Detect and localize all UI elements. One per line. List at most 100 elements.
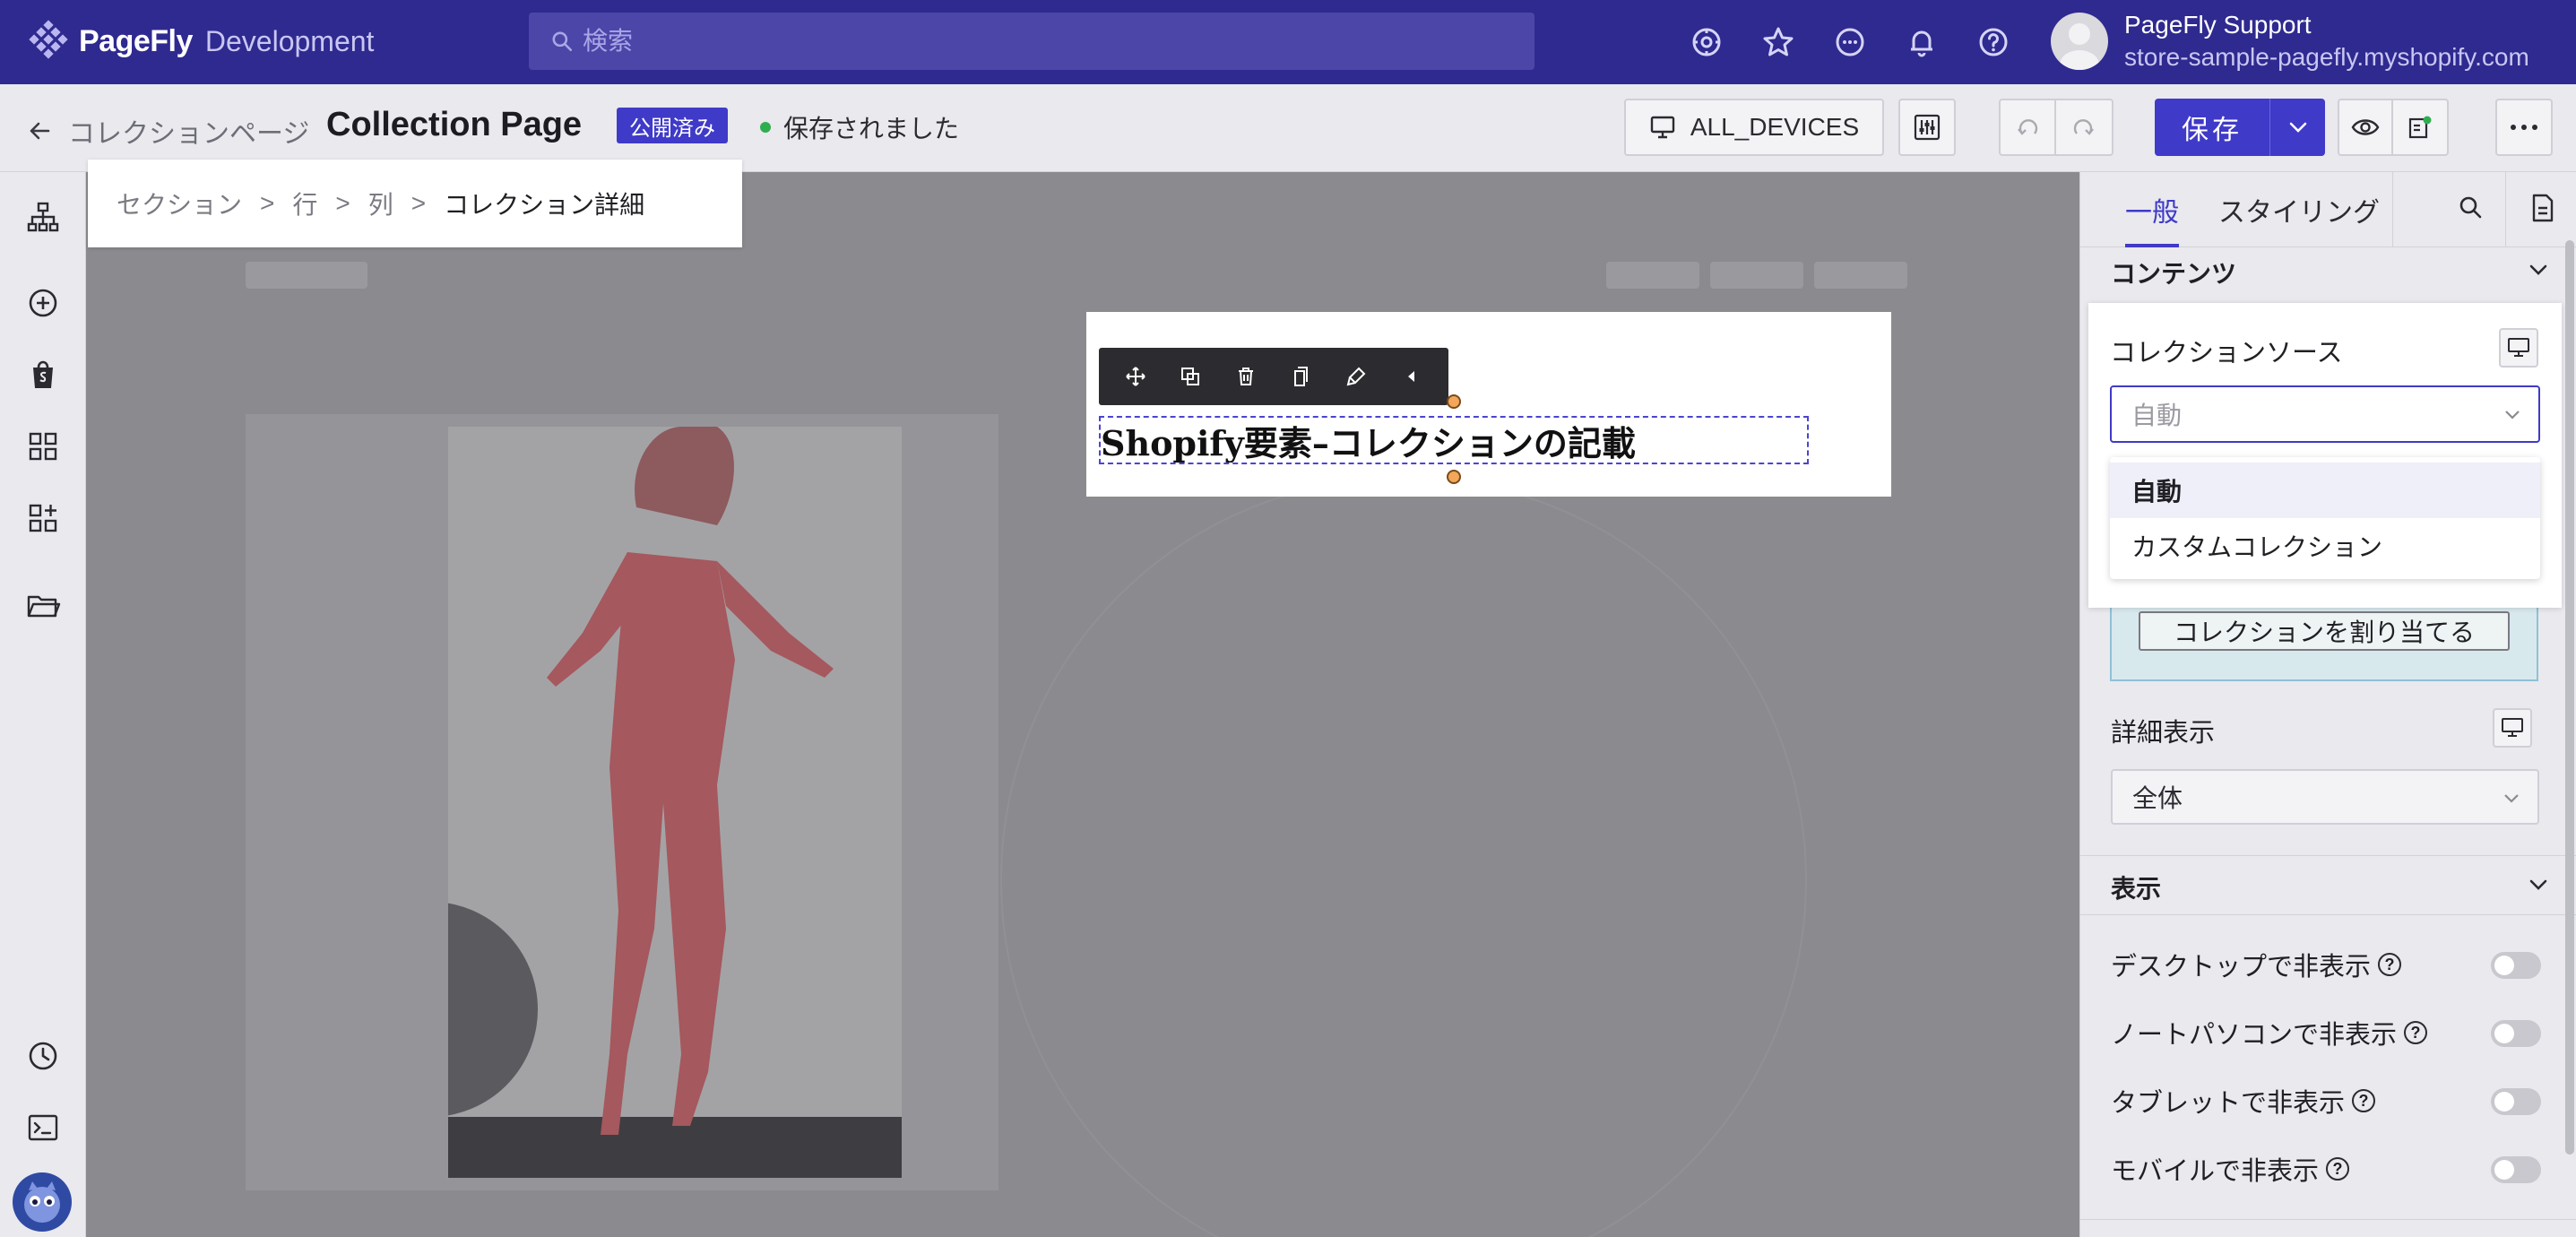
display-section-header[interactable]: 表示	[2111, 869, 2161, 905]
add-element-icon[interactable]	[25, 285, 61, 321]
save-button[interactable]: 保存	[2155, 99, 2325, 156]
skeleton-bar	[246, 262, 367, 289]
preview-publish-buttons	[2338, 99, 2449, 156]
hide-desktop-toggle[interactable]	[2491, 952, 2541, 979]
undo-icon	[2018, 119, 2038, 135]
skeleton-bar	[1814, 262, 1907, 289]
chevron-down-icon[interactable]	[2525, 871, 2552, 898]
preview-button[interactable]	[2339, 100, 2393, 154]
search-icon[interactable]	[2451, 188, 2491, 228]
sliders-icon	[1914, 114, 1941, 141]
pagefly-settings-icon[interactable]	[1689, 24, 1725, 60]
search-icon	[552, 31, 573, 52]
undo-button[interactable]	[2001, 100, 2056, 154]
chat-icon[interactable]	[1832, 24, 1868, 60]
help-icon[interactable]: ?	[2352, 1089, 2376, 1112]
terminal-icon[interactable]	[25, 1110, 61, 1146]
panel-scrollbar[interactable]	[2565, 240, 2574, 1155]
collection-source-card: コレクションソース 自動 自動 カスタムコレクション	[2088, 303, 2562, 608]
document-icon[interactable]	[2523, 188, 2563, 228]
pagefly-logo-icon	[29, 20, 68, 59]
collapse-toolbar-button[interactable]	[1396, 360, 1428, 393]
sitemap-icon[interactable]	[25, 199, 61, 235]
breadcrumb-separator: >	[411, 189, 427, 217]
settings-sliders-button[interactable]	[1898, 99, 1956, 156]
collection-description-heading[interactable]: Shopify要素–コレクションの記載	[1099, 416, 1809, 464]
copy-button[interactable]	[1285, 360, 1318, 393]
help-icon[interactable]: ?	[2326, 1157, 2350, 1181]
help-icon[interactable]: ?	[2378, 953, 2402, 976]
section-divider	[2080, 855, 2576, 856]
support-avatar[interactable]	[13, 1172, 72, 1232]
page-status-icon	[2408, 116, 2432, 139]
skeleton-bar	[1710, 262, 1803, 289]
leggings-photo	[448, 427, 902, 1178]
hide-mobile-row: モバイルで非表示?	[2111, 1151, 2541, 1187]
chevron-down-icon	[2505, 411, 2520, 420]
responsive-toggle-button[interactable]	[2493, 708, 2532, 748]
more-options-button[interactable]	[2495, 99, 2553, 156]
monitor-icon	[2502, 718, 2523, 737]
brand-name: PageFly	[79, 23, 193, 58]
top-bar: PageFly Development PageFly Support stor…	[0, 0, 2576, 84]
style-button[interactable]	[1340, 360, 1372, 393]
environment-label: Development	[204, 24, 375, 57]
status-badge: 公開済み	[617, 108, 728, 143]
responsive-toggle-button[interactable]	[2499, 328, 2538, 368]
hide-tablet-toggle[interactable]	[2491, 1088, 2541, 1115]
redo-button[interactable]	[2056, 100, 2112, 154]
product-image[interactable]	[448, 427, 902, 1178]
duplicate-button[interactable]	[1174, 360, 1206, 393]
assign-collection-button[interactable]: コレクションを割り当てる	[2139, 611, 2510, 651]
collection-source-select[interactable]: 自動	[2110, 385, 2540, 443]
arrow-left-icon	[30, 122, 50, 140]
option-auto[interactable]: 自動	[2110, 463, 2540, 518]
clock-history-icon[interactable]	[25, 1038, 61, 1074]
device-selector-button[interactable]: ALL_DEVICES	[1624, 99, 1884, 156]
eye-icon	[2351, 119, 2380, 135]
save-options-button[interactable]	[2269, 99, 2325, 156]
breadcrumb-item-row[interactable]: 行	[292, 186, 317, 221]
tab-divider	[2505, 172, 2506, 247]
shopify-bag-icon[interactable]	[25, 357, 61, 393]
hide-laptop-toggle[interactable]	[2491, 1020, 2541, 1047]
move-button[interactable]	[1119, 360, 1152, 393]
breadcrumb-item-section[interactable]: セクション	[117, 186, 242, 221]
copy-icon	[1293, 367, 1308, 386]
pagefly-logo[interactable]: PageFly Development	[27, 20, 374, 63]
chevron-down-icon[interactable]	[2525, 256, 2552, 283]
saved-dot	[760, 122, 771, 133]
grid-layout-icon[interactable]	[25, 428, 61, 464]
back-label: コレクションページ	[68, 119, 310, 149]
mascot-icon	[24, 1181, 60, 1223]
more-horizontal-icon	[2511, 125, 2537, 130]
hide-laptop-row: ノートパソコンで非表示?	[2111, 1015, 2541, 1051]
tab-styling[interactable]: スタイリング	[2218, 190, 2380, 247]
breadcrumb-item-column[interactable]: 列	[368, 186, 393, 221]
content-section-header[interactable]: コンテンツ	[2111, 255, 2236, 290]
detail-display-select[interactable]: 全体	[2111, 769, 2539, 825]
hide-tablet-row: タブレットで非表示?	[2111, 1083, 2541, 1119]
resize-handle-bottom[interactable]	[1447, 470, 1461, 484]
bell-icon[interactable]	[1904, 24, 1940, 60]
search-input[interactable]	[583, 27, 1479, 56]
user-menu[interactable]: PageFly Support store-sample-pagefly.mys…	[2051, 11, 2529, 72]
delete-button[interactable]	[1230, 360, 1262, 393]
resize-handle-top[interactable]	[1447, 394, 1461, 409]
option-custom-collection[interactable]: カスタムコレクション	[2110, 518, 2540, 574]
apps-icon[interactable]	[25, 500, 61, 536]
folder-icon[interactable]	[25, 588, 61, 624]
help-icon[interactable]: ?	[2404, 1021, 2428, 1044]
hide-mobile-label: モバイルで非表示	[2111, 1157, 2320, 1186]
section-divider	[2080, 1219, 2576, 1220]
redo-icon	[2073, 119, 2094, 135]
back-link[interactable]: コレクションページ	[27, 111, 309, 151]
caret-left-icon	[1408, 371, 1415, 382]
hide-mobile-toggle[interactable]	[2491, 1156, 2541, 1183]
breadcrumb-item-current: コレクション詳細	[444, 191, 645, 219]
help-icon[interactable]	[1975, 24, 2011, 60]
tab-general[interactable]: 一般	[2125, 190, 2179, 247]
publish-settings-button[interactable]	[2393, 100, 2447, 154]
search-bar[interactable]	[529, 13, 1534, 70]
star-icon[interactable]	[1760, 24, 1796, 60]
